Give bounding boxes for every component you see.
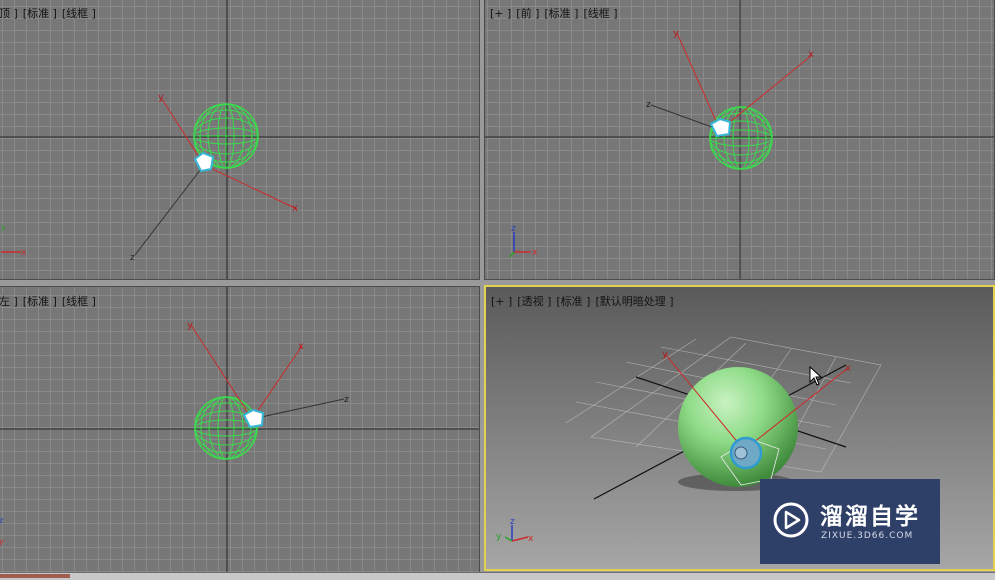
watermark-badge: 溜溜自学 ZIXUE.3D66.COM: [760, 479, 940, 564]
display-mode-menu[interactable]: [默认明暗处理 ]: [595, 295, 673, 308]
transform-gizmo[interactable]: [650, 32, 813, 138]
svg-text:z: z: [510, 517, 515, 527]
viewport-front-scene: y x z z x: [485, 0, 994, 279]
sphere-wireframe[interactable]: [709, 106, 773, 170]
svg-text:x: x: [21, 248, 27, 258]
view-name-menu[interactable]: 顶 ]: [0, 7, 18, 20]
svg-text:y: y: [496, 532, 502, 542]
viewport-label-perspective[interactable]: [+ ] [透视 ] [标准 ] [默认明暗处理 ]: [491, 293, 679, 309]
axis-z-label: z: [646, 100, 651, 110]
axis-tripod-icon: z x: [509, 224, 538, 258]
svg-text:x: x: [528, 534, 534, 544]
viewport-label-front[interactable]: [+ ] [前 ] [标准 ] [线框 ]: [490, 5, 623, 21]
view-name-menu[interactable]: [透视 ]: [517, 295, 551, 308]
view-name-menu[interactable]: [前 ]: [516, 7, 539, 20]
time-slider-segment[interactable]: [0, 574, 70, 578]
svg-text:y: y: [1, 223, 6, 232]
shading-mode-menu[interactable]: [标准 ]: [556, 295, 590, 308]
shading-mode-menu[interactable]: [标准 ]: [544, 7, 578, 20]
viewport-top[interactable]: 顶 ] [标准 ] [线框 ] y x z y x: [0, 0, 480, 280]
svg-text:y: y: [0, 537, 4, 546]
axis-y-label: y: [662, 349, 668, 360]
sphere-wireframe[interactable]: [194, 396, 258, 460]
arrow-cursor-icon: [809, 366, 823, 386]
axis-tripod-icon: z y x: [496, 517, 534, 544]
svg-text:z: z: [0, 516, 3, 525]
axis-tripod-icon: z y: [0, 516, 4, 546]
axis-y-label: y: [187, 320, 193, 331]
axis-y-label: y: [673, 28, 679, 39]
sphere-shaded[interactable]: [678, 367, 798, 487]
axis-x-label: x: [808, 49, 814, 60]
axis-y-label: y: [158, 92, 164, 103]
axis-z-label: z: [344, 395, 349, 405]
axis-tripod-icon: y x: [1, 223, 27, 258]
view-name-menu[interactable]: 左 ]: [0, 295, 18, 308]
transform-gizmo[interactable]: [134, 98, 298, 256]
viewport-menu-plus[interactable]: [+ ]: [490, 7, 511, 20]
display-mode-menu[interactable]: [线框 ]: [62, 295, 96, 308]
svg-text:x: x: [532, 248, 538, 258]
transform-gizmo[interactable]: [190, 324, 345, 429]
axis-x-label: x: [845, 363, 851, 374]
svg-text:z: z: [511, 224, 516, 234]
viewport-left[interactable]: 左 ] [标准 ] [线框 ] y x z z y: [0, 286, 480, 573]
axis-x-label: x: [298, 341, 304, 352]
viewport-label-left[interactable]: 左 ] [标准 ] [线框 ]: [0, 293, 101, 309]
play-circle-icon: [773, 502, 809, 538]
axis-z-label: z: [130, 253, 135, 263]
shading-mode-menu[interactable]: [标准 ]: [23, 295, 57, 308]
viewport-label-top[interactable]: 顶 ] [标准 ] [线框 ]: [0, 5, 101, 21]
viewport-left-scene: y x z z y: [0, 287, 479, 572]
viewport-top-scene: y x z y x: [0, 0, 479, 279]
watermark-title: 溜溜自学: [820, 504, 920, 530]
display-mode-menu[interactable]: [线框 ]: [583, 7, 617, 20]
watermark-subtitle: ZIXUE.3D66.COM: [821, 531, 914, 541]
viewport-front[interactable]: [+ ] [前 ] [标准 ] [线框 ] y x z z x: [484, 0, 995, 280]
viewport-menu-plus[interactable]: [+ ]: [491, 295, 512, 308]
display-mode-menu[interactable]: [线框 ]: [62, 7, 96, 20]
axis-x-label: x: [292, 203, 298, 214]
shading-mode-menu[interactable]: [标准 ]: [23, 7, 57, 20]
